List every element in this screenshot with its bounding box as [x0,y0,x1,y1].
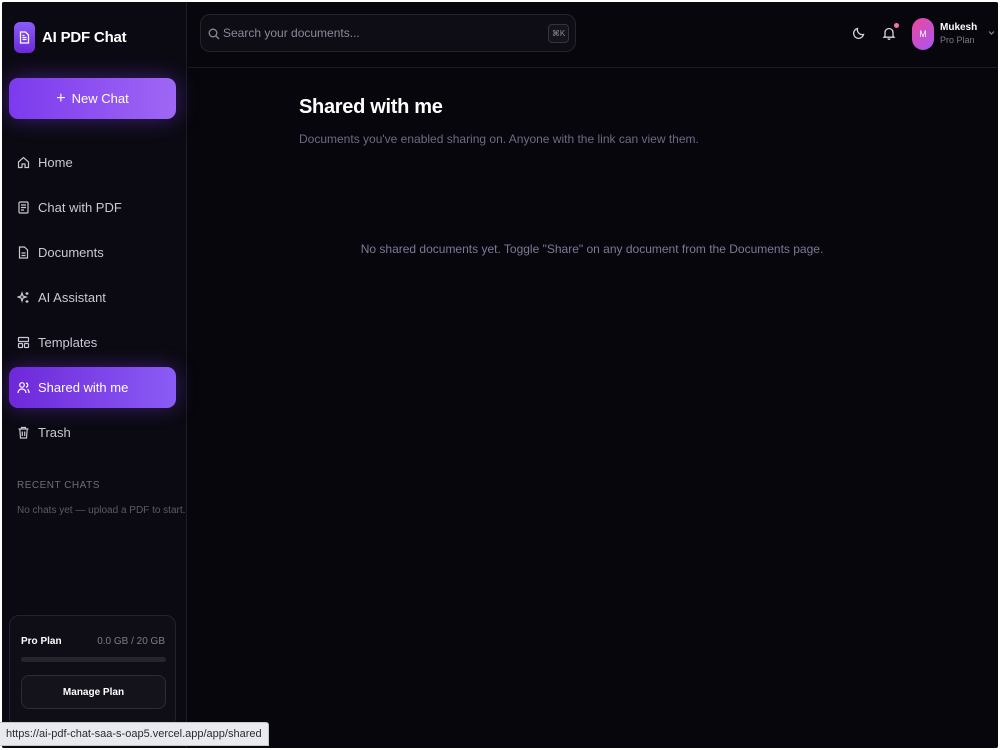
user-plan: Pro Plan [940,35,975,45]
sparkles-icon [17,291,30,304]
user-name: Mukesh [940,22,978,33]
storage-usage: 0.0 GB / 20 GB [97,636,165,647]
user-menu[interactable]: M Mukesh Pro Plan [912,18,996,50]
home-icon [17,156,30,169]
file-text-icon [17,201,30,214]
sidebar-item-label: Shared with me [38,380,129,395]
empty-state-message: No shared documents yet. Toggle "Share" … [360,242,824,256]
keyboard-shortcut-badge: ⌘K [548,24,569,43]
sidebar-item-label: Chat with PDF [38,200,122,215]
top-bar: ⌘K M Mukesh Pro Plan [188,2,998,68]
plan-header: Pro Plan 0.0 GB / 20 GB [21,636,165,647]
app-window: AI PDF Chat + New Chat Home Chat with PD… [2,2,998,748]
page-title: Shared with me [299,96,443,118]
sidebar-item-label: Home [38,155,73,170]
status-bar-url: https://ai-pdf-chat-saa-s-oap5.vercel.ap… [0,722,269,746]
plus-icon: + [56,89,66,107]
new-chat-label: New Chat [71,91,129,106]
sidebar-item-documents[interactable]: Documents [9,232,176,273]
brand[interactable]: AI PDF Chat [14,22,127,53]
manage-plan-button[interactable]: Manage Plan [21,675,166,709]
bell-icon[interactable] [882,23,900,44]
users-icon [17,381,30,394]
sidebar-nav: Home Chat with PDF Documents AI Assistan… [9,142,176,457]
sidebar-item-trash[interactable]: Trash [9,412,176,453]
sidebar-item-label: Trash [38,425,71,440]
sidebar-item-home[interactable]: Home [9,142,176,183]
chevron-down-icon [987,24,996,42]
document-logo-icon [14,22,35,53]
plan-card: Pro Plan 0.0 GB / 20 GB Manage Plan [9,615,176,727]
recent-chats-empty: No chats yet — upload a PDF to start. [17,505,186,516]
sidebar: AI PDF Chat + New Chat Home Chat with PD… [2,2,187,748]
moon-icon[interactable] [852,26,870,44]
recent-chats-heading: RECENT CHATS [17,480,100,491]
sidebar-item-templates[interactable]: Templates [9,322,176,363]
storage-progress-bar [21,657,166,662]
layout-icon [17,336,30,349]
sidebar-item-label: Templates [38,335,98,350]
page-subtitle: Documents you've enabled sharing on. Any… [299,132,699,146]
search-input[interactable] [223,15,543,51]
sidebar-item-label: AI Assistant [38,290,106,305]
sidebar-item-shared-with-me[interactable]: Shared with me [9,367,176,408]
new-chat-button[interactable]: + New Chat [9,78,176,119]
search-icon [208,27,220,45]
document-icon [17,246,30,259]
avatar: M [912,18,934,50]
plan-name: Pro Plan [21,636,62,647]
notification-dot [894,23,899,28]
search-box[interactable]: ⌘K [200,14,576,52]
sidebar-item-ai-assistant[interactable]: AI Assistant [9,277,176,318]
app-title: AI PDF Chat [42,29,127,46]
user-info: Mukesh Pro Plan [940,21,977,47]
trash-icon [17,426,30,439]
sidebar-item-label: Documents [38,245,104,260]
sidebar-item-chat-with-pdf[interactable]: Chat with PDF [9,187,176,228]
